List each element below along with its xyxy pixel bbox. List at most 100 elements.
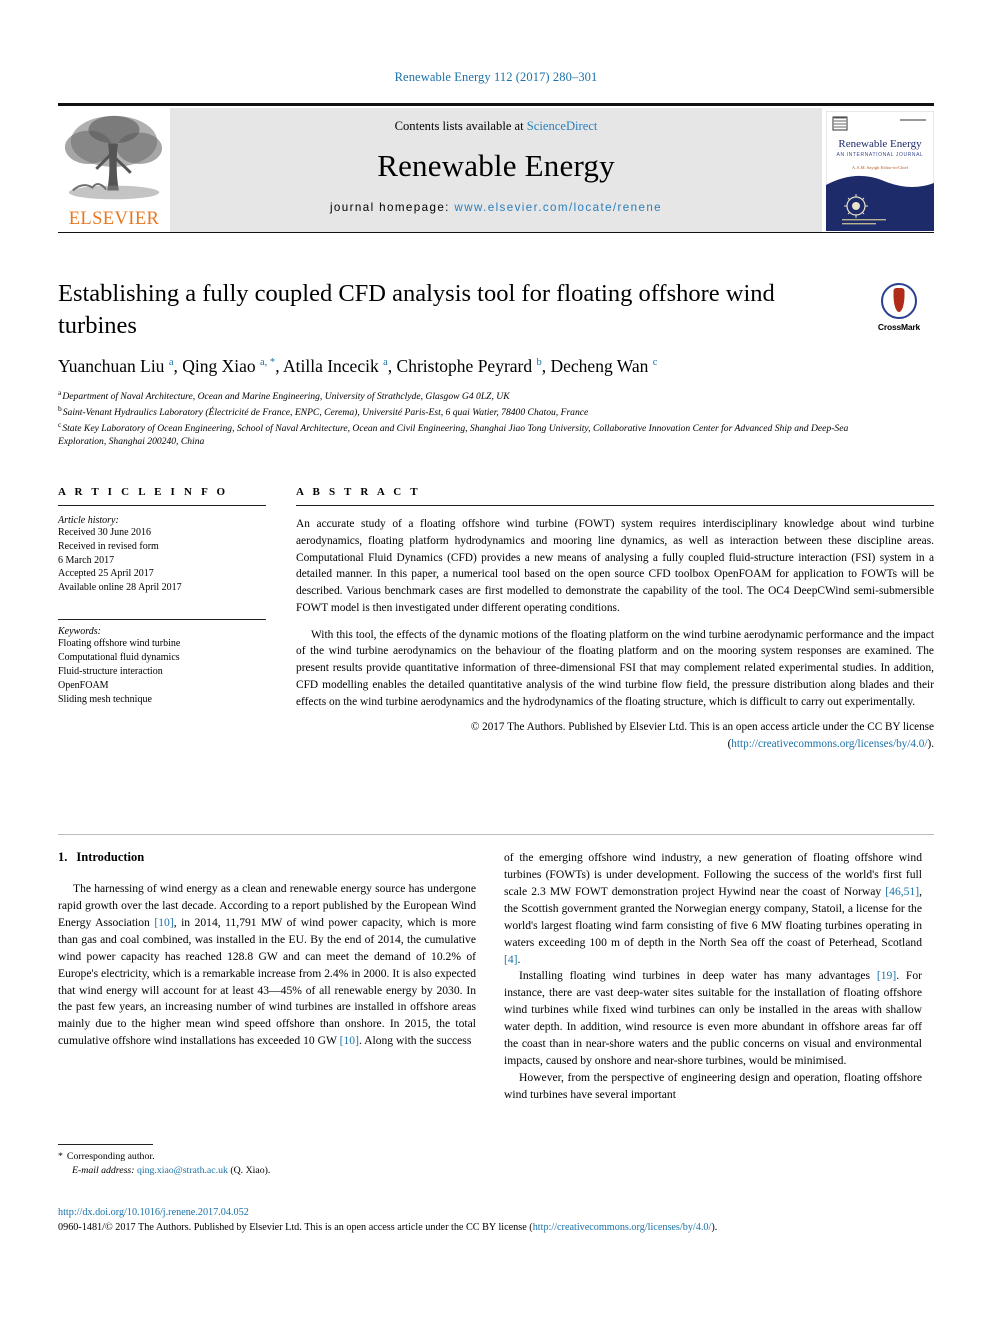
author-name: Christophe Peyrard <box>396 355 533 376</box>
abstract-heading: A B S T R A C T <box>296 486 421 498</box>
email-label: E-mail address: <box>72 1165 135 1177</box>
footnote-corresponding-text: Corresponding author. <box>66 1151 155 1162</box>
article-info-heading: A R T I C L E I N F O <box>58 486 229 498</box>
footnote-email-line: E-mail address: qing.xiao@strath.ac.uk (… <box>58 1164 476 1178</box>
author-name: Qing Xiao <box>182 355 256 376</box>
journal-cover-thumbnail: Renewable Energy AN INTERNATIONAL JOURNA… <box>826 111 934 231</box>
history-item: Received 30 June 2016 <box>58 527 152 538</box>
issn-copyright-line: 0960-1481/© 2017 The Authors. Published … <box>58 1221 934 1236</box>
email-suffix: (Q. Xiao). <box>230 1165 271 1177</box>
contents-available-line: Contents lists available at ScienceDirec… <box>395 119 598 134</box>
footer-license-link[interactable]: http://creativecommons.org/licenses/by/4… <box>533 1222 712 1233</box>
homepage-url-link[interactable]: www.elsevier.com/locate/renene <box>454 201 662 214</box>
author-name: Decheng Wan <box>550 355 649 376</box>
author-item: Christophe Peyrard b <box>397 356 542 376</box>
author-item: Yuanchuan Liu a <box>58 356 173 376</box>
author-item: Decheng Wan c <box>551 356 658 376</box>
history-item: Accepted 25 April 2017 <box>58 568 154 580</box>
abstract-paragraph: With this tool, the effects of the dynam… <box>296 628 934 708</box>
license-close: ). <box>927 737 934 750</box>
keyword-item: Floating offshore wind turbine <box>58 637 181 649</box>
body-paragraph: The harnessing of wind energy as a clean… <box>58 881 476 1050</box>
copyright-text: © 2017 The Authors. Published by Elsevie… <box>470 721 934 734</box>
license-link[interactable]: http://creativecommons.org/licenses/by/4… <box>731 738 927 750</box>
paragraph-text: of the emerging offshore wind industry, … <box>504 851 922 898</box>
author-name: Atilla Incecik <box>282 355 379 376</box>
affiliation-item: bSaint-Venant Hydraulics Laboratory (Éle… <box>58 404 858 420</box>
affiliation-text: Department of Naval Architecture, Ocean … <box>62 391 510 403</box>
cover-artwork-icon: Renewable Energy AN INTERNATIONAL JOURNA… <box>826 111 934 231</box>
journal-masthead: ELSEVIER Contents lists available at Sci… <box>58 103 934 233</box>
body-column-left: 1. Introduction The harnessing of wind en… <box>58 850 476 1050</box>
elsevier-logo: ELSEVIER <box>58 108 170 234</box>
elsevier-wordmark: ELSEVIER <box>68 209 160 229</box>
paragraph-text: , in 2014, 11,791 MW of wind power capac… <box>58 915 477 1048</box>
history-item: 6 March 2017 <box>58 554 115 566</box>
sciencedirect-link[interactable]: ScienceDirect <box>527 119 598 133</box>
affiliation-list: aDepartment of Naval Architecture, Ocean… <box>58 388 858 449</box>
crossmark-icon <box>881 283 917 319</box>
body-column-right: of the emerging offshore wind industry, … <box>504 850 922 1104</box>
email-link[interactable]: qing.xiao@strath.ac.uk <box>137 1165 228 1176</box>
citation-link[interactable]: [10] <box>340 1034 359 1047</box>
doi-link[interactable]: http://dx.doi.org/10.1016/j.renene.2017.… <box>58 1207 934 1218</box>
divider <box>58 505 266 506</box>
masthead-center: Contents lists available at ScienceDirec… <box>170 108 822 232</box>
crossmark-badge[interactable]: CrossMark <box>866 283 932 341</box>
history-item: Received in revised form <box>58 540 159 552</box>
keyword-item: Computational fluid dynamics <box>58 651 180 663</box>
keywords-title: Keywords: <box>58 625 101 637</box>
section-heading: 1. Introduction <box>58 850 476 865</box>
section-number: 1. <box>58 850 68 864</box>
affiliation-mark: a <box>58 388 62 398</box>
keyword-item: Sliding mesh technique <box>58 693 152 705</box>
author-affil-mark: c <box>652 356 658 368</box>
article-info-column: A R T I C L E I N F O Article history: R… <box>58 486 266 707</box>
journal-title: Renewable Energy <box>377 148 615 183</box>
footnote-rule <box>58 1144 153 1145</box>
citation-link[interactable]: [10] <box>154 916 173 929</box>
page-footer: http://dx.doi.org/10.1016/j.renene.2017.… <box>58 1207 934 1236</box>
affiliation-mark: c <box>58 419 62 429</box>
homepage-label: journal homepage: <box>329 201 455 214</box>
issn-prefix: 0960-1481/© 2017 The Authors. Published … <box>58 1222 533 1233</box>
keyword-item: Fluid-structure interaction <box>58 665 163 677</box>
keywords-block: Keywords: Floating offshore wind turbine… <box>58 618 266 707</box>
footnote-corresponding: * Corresponding author. <box>58 1150 476 1164</box>
citation-link[interactable]: [19] <box>877 969 896 982</box>
body-paragraph: Installing floating wind turbines in dee… <box>504 968 922 1070</box>
citation-link[interactable]: [4] <box>504 953 518 966</box>
contents-prefix: Contents lists available at <box>394 119 527 133</box>
author-affil-mark: a <box>383 356 388 368</box>
abstract-copyright: © 2017 The Authors. Published by Elsevie… <box>296 719 934 751</box>
paragraph-text: . Along with the success <box>358 1034 472 1048</box>
section-title: Introduction <box>76 850 145 864</box>
article-history-title: Article history: <box>58 515 119 526</box>
paper-page: Renewable Energy 112 (2017) 280–301 ELSE… <box>0 0 992 1323</box>
citation-link[interactable]: [46,51] <box>885 885 919 898</box>
journal-homepage-line: journal homepage: www.elsevier.com/locat… <box>330 201 662 214</box>
paragraph-text: Installing floating wind turbines in dee… <box>519 969 877 983</box>
affiliation-text: State Key Laboratory of Ocean Engineerin… <box>58 422 849 448</box>
svg-text:AN INTERNATIONAL JOURNAL: AN INTERNATIONAL JOURNAL <box>837 152 924 158</box>
affiliation-text: Saint-Venant Hydraulics Laboratory (Élec… <box>62 407 589 419</box>
author-item: Qing Xiao a, * <box>182 356 275 376</box>
affiliation-item: cState Key Laboratory of Ocean Engineeri… <box>58 420 858 449</box>
elsevier-tree-icon <box>64 115 163 200</box>
author-affil-mark: b <box>536 356 542 368</box>
section-divider <box>58 834 934 835</box>
page-title: Establishing a fully coupled CFD analysi… <box>58 280 775 339</box>
divider <box>58 618 266 620</box>
crossmark-label: CrossMark <box>877 322 921 332</box>
title-block: Establishing a fully coupled CFD analysi… <box>58 278 858 449</box>
abstract-column: A B S T R A C T An accurate study of a f… <box>296 486 934 752</box>
corresponding-author-footnote: * Corresponding author. E-mail address: q… <box>58 1144 476 1178</box>
history-item: Available online 28 April 2017 <box>58 582 182 594</box>
crossmark-inner-shape <box>893 288 905 312</box>
body-paragraph: However, from the perspective of enginee… <box>504 1070 922 1101</box>
author-list: Yuanchuan Liu a, Qing Xiao a, *, Atilla … <box>58 355 658 376</box>
divider <box>296 505 934 506</box>
author-affil-mark: a, * <box>260 356 276 368</box>
affiliation-item: aDepartment of Naval Architecture, Ocean… <box>58 388 858 404</box>
svg-text:Renewable Energy: Renewable Energy <box>838 138 922 150</box>
